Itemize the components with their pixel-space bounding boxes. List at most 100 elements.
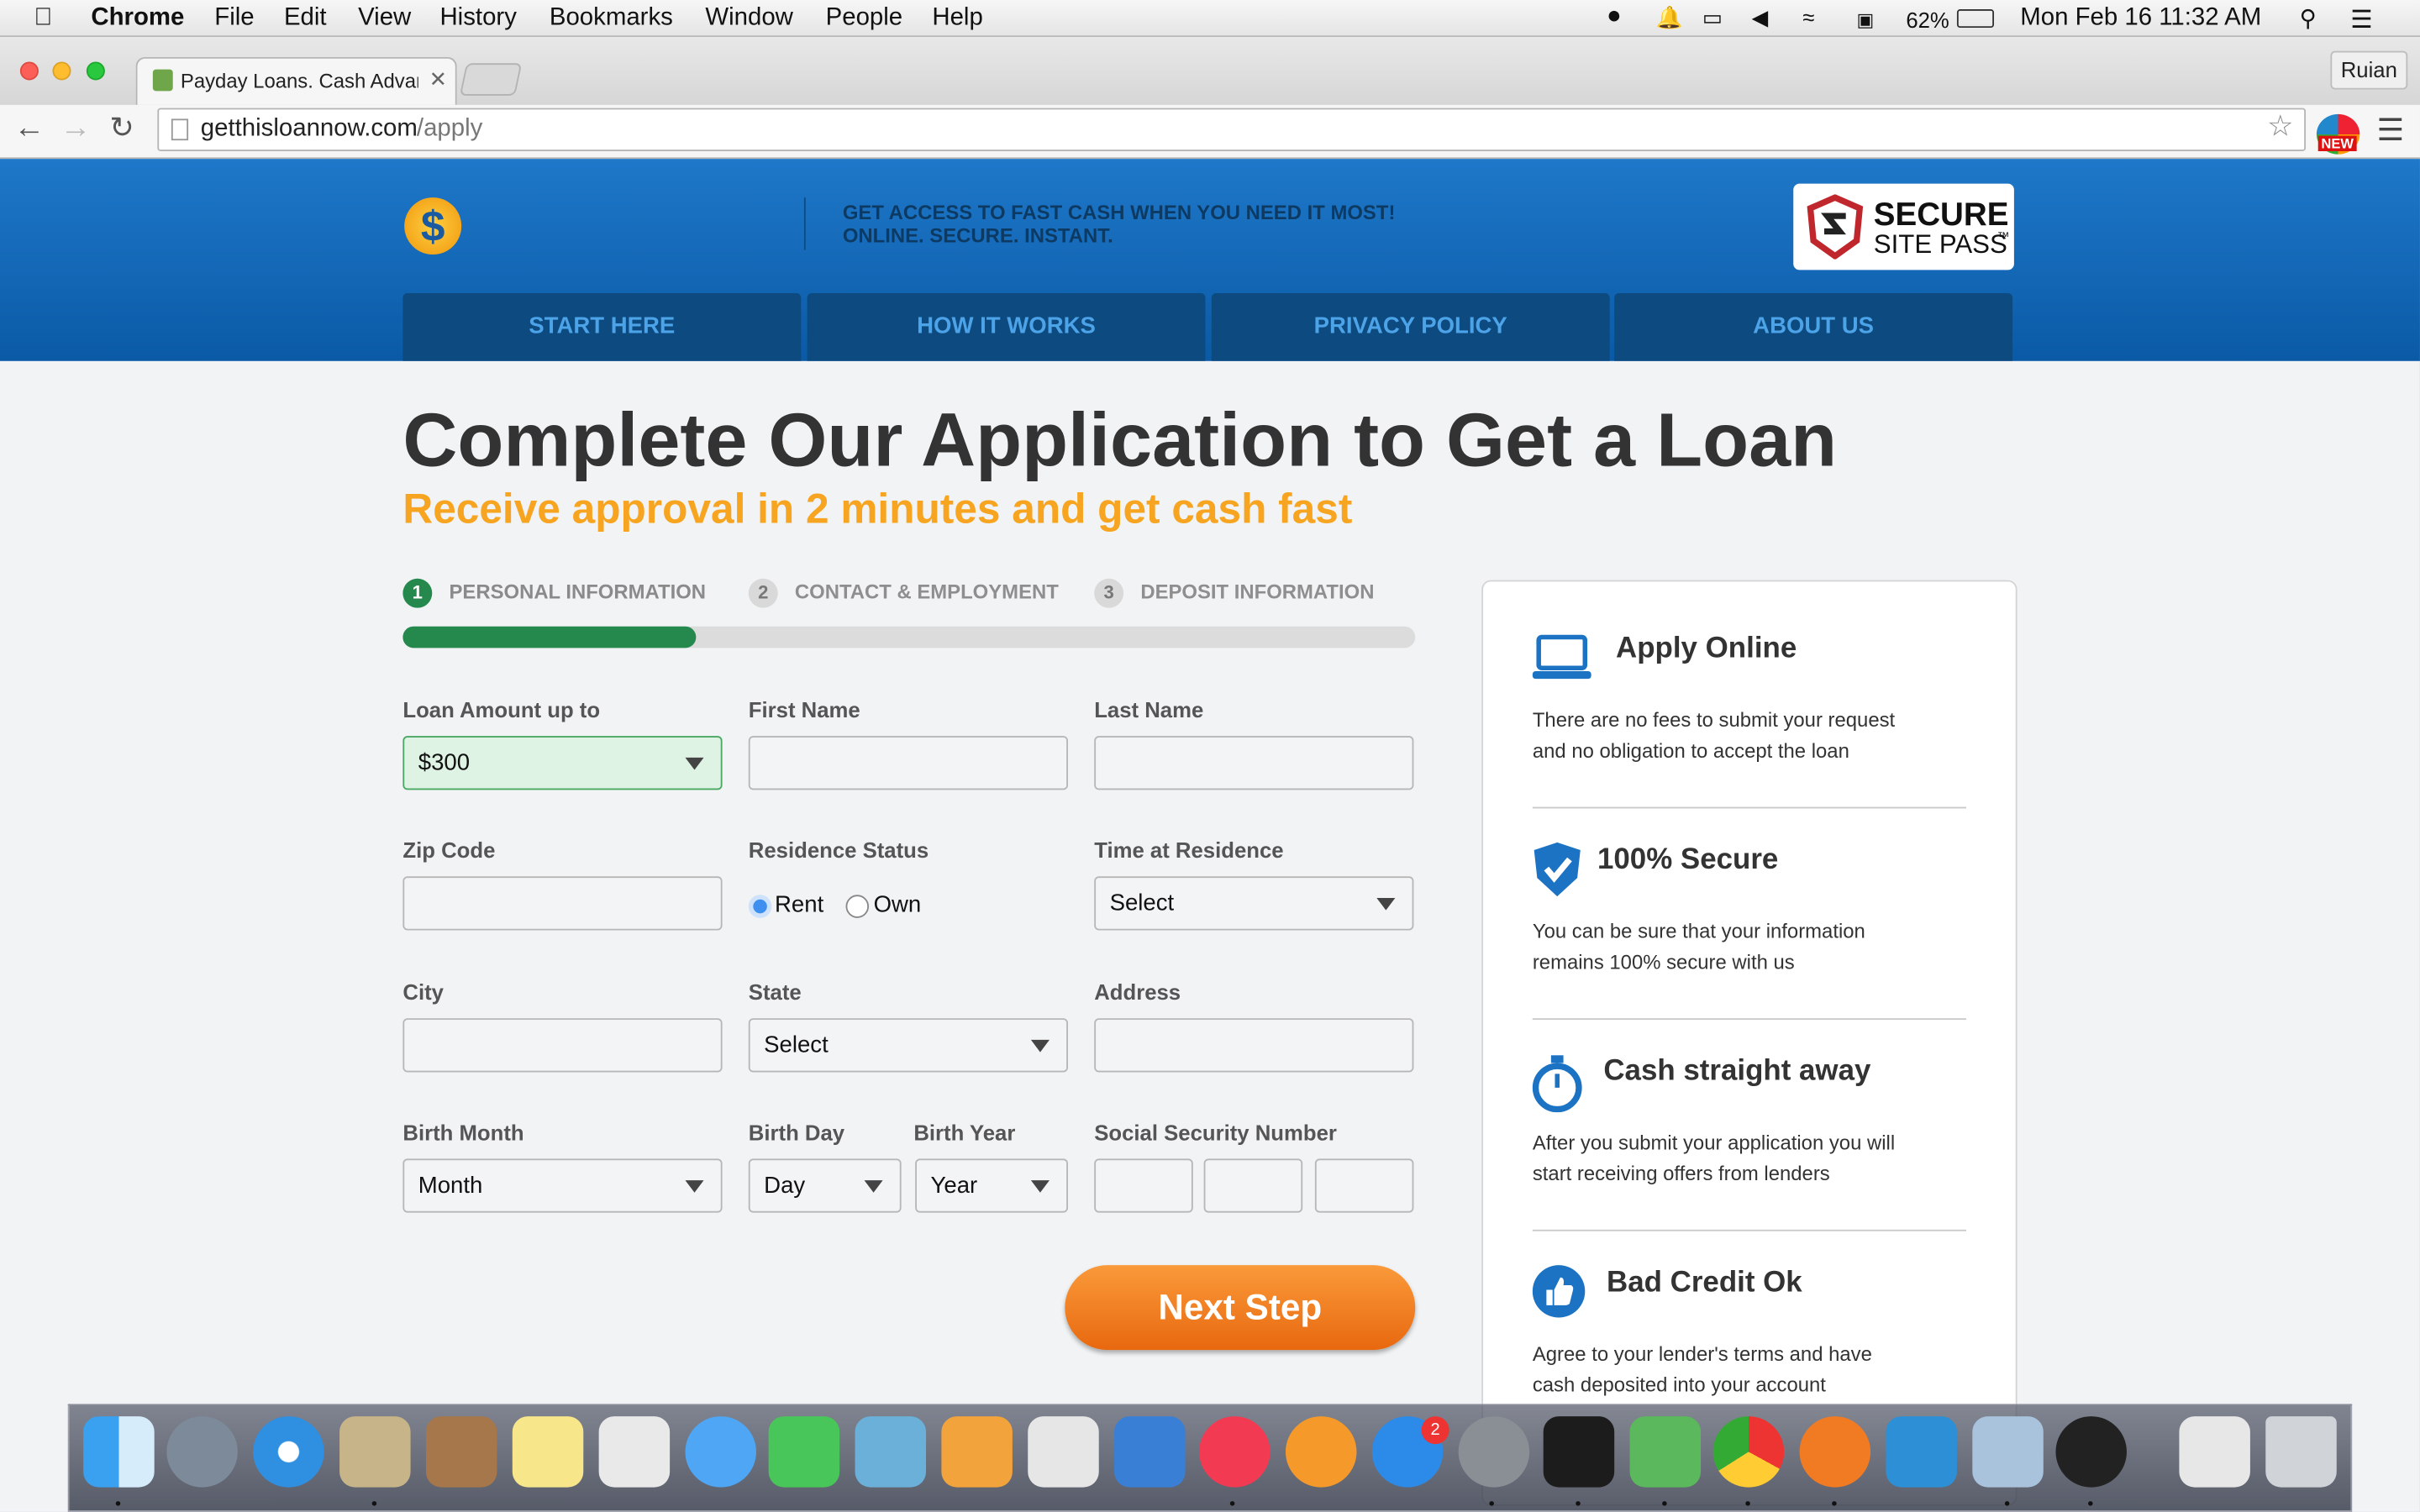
chrome-menu-icon[interactable]: ☰ [2377,111,2405,150]
nav-start-here[interactable]: START HERE [402,292,802,361]
app-menu[interactable]: Chrome [91,5,184,33]
system-preferences-icon[interactable] [1458,1416,1530,1488]
firefox-icon[interactable] [1799,1416,1871,1488]
terminal-icon[interactable] [1543,1416,1615,1488]
battery-icon[interactable] [1956,9,1995,29]
word-icon[interactable] [1886,1416,1957,1488]
page-subtitle: Receive approval in 2 minutes and get ca… [402,486,1353,533]
menu-window[interactable]: Window [705,5,793,33]
rent-radio[interactable] [748,895,772,918]
loan-amount-label: Loan Amount up to [402,697,601,722]
first-name-input[interactable] [748,736,1068,790]
state-label: State [748,979,802,1005]
ssn-part-3-input[interactable] [1314,1158,1414,1213]
reload-icon[interactable]: ↻ [109,111,134,146]
feature-divider [1532,1229,1966,1231]
address-input[interactable] [1094,1018,1414,1073]
menu-help[interactable]: Help [932,5,982,33]
documents-stack-icon[interactable] [2179,1416,2250,1488]
feature-divider [1532,806,1966,809]
nav-privacy-policy[interactable]: PRIVACY POLICY [1211,292,1610,361]
keynote-icon[interactable] [1114,1416,1186,1488]
menu-file[interactable]: File [214,5,254,33]
birth-year-select[interactable]: Year [915,1158,1068,1213]
menu-view[interactable]: View [358,5,411,33]
secure-site-pass-seal[interactable]: SECURE SITE PASS ™ [1793,183,2014,270]
launchpad-icon[interactable] [166,1416,238,1488]
rent-label[interactable]: Rent [775,892,823,918]
back-arrow-icon[interactable]: ← [14,111,45,146]
chevron-down-icon [864,1180,883,1193]
last-name-input[interactable] [1094,736,1414,790]
forward-arrow-icon[interactable]: → [60,111,92,146]
site-logo-icon[interactable]: $ [404,197,462,255]
ssn-part-1-input[interactable] [1094,1158,1193,1213]
step-label: CONTACT & EMPLOYMENT [794,580,1059,604]
ibooks-icon[interactable] [1285,1416,1357,1488]
chevron-down-icon [1030,1039,1050,1053]
zoom-window-button[interactable] [86,61,105,81]
page-title: Complete Our Application to Get a Loan [402,399,1838,483]
feature-title: Cash straight away [1603,1055,1871,1088]
safari-icon[interactable] [253,1416,324,1488]
alien-icon[interactable]: ● [1607,3,1622,31]
birth-month-select[interactable]: Month [402,1158,723,1213]
nav-how-it-works[interactable]: HOW IT WORKS [807,292,1206,361]
next-step-button[interactable]: Next Step [1065,1265,1416,1351]
loan-amount-select[interactable]: $300 [402,736,723,790]
volume-icon[interactable]: ◀ [1752,5,1769,31]
wifi-icon[interactable]: ≈ [1802,5,1814,29]
cyberduck-icon[interactable] [1629,1416,1702,1488]
close-window-button[interactable] [19,61,39,81]
browser-tab[interactable]: Payday Loans. Cash Advan ✕ [135,56,457,105]
nav-about-us[interactable]: ABOUT US [1614,292,2013,361]
iphoto-icon[interactable] [855,1416,927,1488]
step-number: 3 [1094,578,1124,608]
menubar-clock[interactable]: Mon Feb 16 11:32 AM [2020,5,2261,33]
airplay-icon[interactable]: ▭ [1702,5,1723,31]
chevron-down-icon [685,1180,704,1193]
pages-icon[interactable] [941,1416,1013,1488]
numbers-icon[interactable] [1028,1416,1099,1488]
contacts-icon[interactable] [425,1416,497,1488]
itunes-icon[interactable] [1199,1416,1270,1488]
messages-icon[interactable] [685,1416,756,1488]
notes-icon[interactable] [512,1416,584,1488]
trash-icon[interactable] [2265,1416,2337,1488]
zip-code-input[interactable] [402,876,723,931]
menu-bookmarks[interactable]: Bookmarks [550,5,673,33]
own-radio[interactable] [845,895,870,918]
bookmark-star-icon[interactable]: ☆ [2267,108,2293,149]
notification-bell-icon[interactable]: 🔔 [1656,5,1683,31]
profile-button[interactable]: Ruian [2330,50,2408,90]
state-select[interactable]: Select [748,1018,1068,1073]
finder-icon[interactable] [83,1416,155,1488]
address-bar[interactable]: getthisloannow.com /apply ☆ [157,108,2307,151]
menu-edit[interactable]: Edit [284,5,327,33]
ssn-part-2-input[interactable] [1203,1158,1303,1213]
notification-center-icon[interactable]: ☰ [2350,5,2372,36]
apple-menu-icon[interactable]:  [34,5,52,33]
birth-day-select[interactable]: Day [748,1158,902,1213]
time-at-residence-select[interactable]: Select [1094,876,1414,931]
preview-icon[interactable] [1972,1416,2044,1488]
menu-people[interactable]: People [826,5,903,33]
city-input[interactable] [402,1018,723,1073]
spotlight-search-icon[interactable]: ⚲ [2300,5,2317,32]
chrome-icon[interactable] [1712,1416,1785,1488]
facetime-icon[interactable] [768,1416,840,1488]
seal-line-1: SECURE [1873,197,2009,234]
seal-line-2: SITE PASS [1873,229,2007,260]
feature-description: You can be sure that your information re… [1532,919,1865,974]
reminders-icon[interactable] [598,1416,671,1488]
menu-history[interactable]: History [439,5,516,33]
own-label[interactable]: Own [874,892,922,918]
us-flag-icon[interactable]: ▣ [1857,9,1875,31]
mail-icon[interactable] [339,1416,411,1488]
feature-description: After you submit your application you wi… [1532,1131,1896,1185]
new-tab-button[interactable] [459,63,523,96]
first-name-label: First Name [748,697,860,722]
qq-icon[interactable] [2055,1416,2127,1488]
minimize-window-button[interactable] [52,61,71,81]
tab-close-icon[interactable]: ✕ [429,66,448,92]
